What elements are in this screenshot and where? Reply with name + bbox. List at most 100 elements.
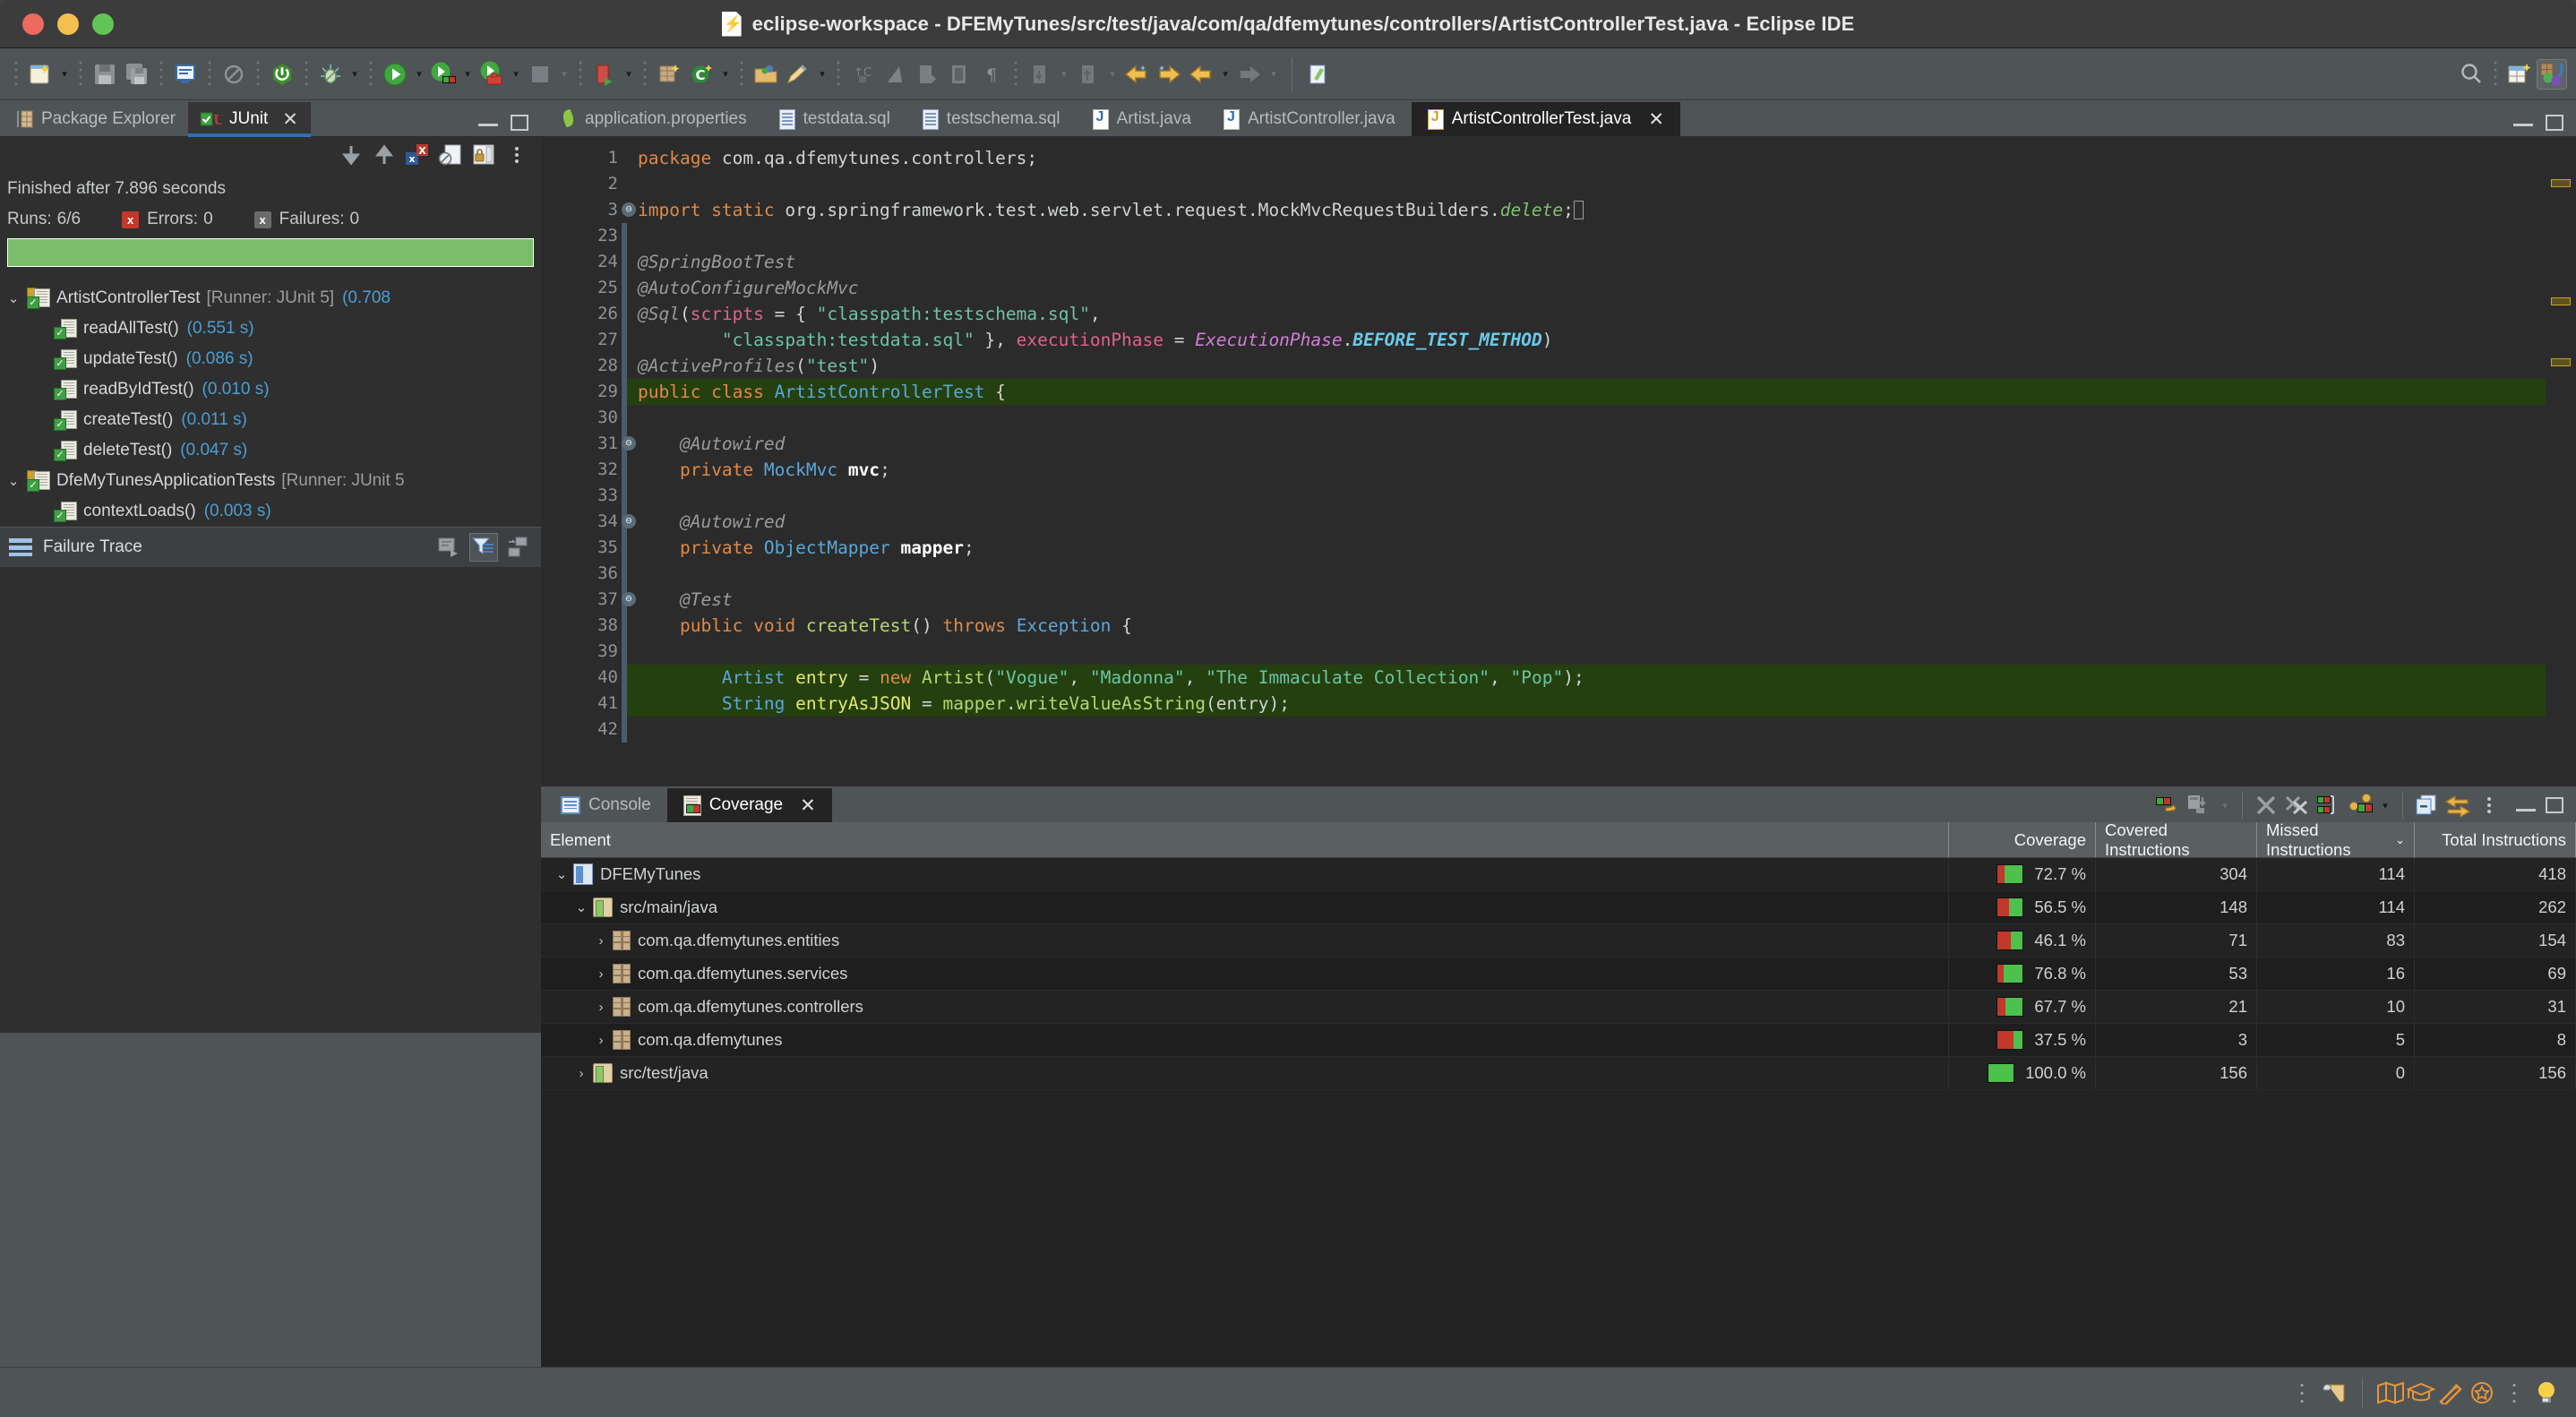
overview-marker[interactable] [2551, 297, 2571, 305]
chevron-right-icon[interactable]: › [589, 966, 613, 982]
maximize-window-button[interactable] [92, 13, 114, 35]
new-annotation-dropdown[interactable]: ▾ [718, 68, 733, 80]
failure-trace-body[interactable] [0, 567, 541, 1033]
code-line[interactable]: @Test [627, 587, 2546, 613]
previous-edit-icon[interactable] [1186, 59, 1216, 90]
code-line[interactable]: import static org.springframework.test.w… [627, 197, 2546, 223]
pencil-icon[interactable] [783, 59, 813, 90]
editor-tab[interactable]: Artist.java [1077, 102, 1207, 136]
java-project-icon[interactable] [525, 59, 555, 90]
code-line[interactable] [627, 171, 2546, 197]
run-dropdown[interactable]: ▾ [412, 68, 426, 80]
new-wizard-dropdown[interactable]: ▾ [57, 68, 72, 80]
junit-tree-item[interactable]: ✓ contextLoads() (0.003 s) [0, 496, 541, 527]
editor-tab[interactable]: testschema.sql [906, 102, 1077, 136]
save-button[interactable] [90, 59, 120, 90]
map-icon[interactable] [2375, 1378, 2406, 1408]
table-row[interactable]: › com.qa.dfemytunes 37.5 % 3 5 8 [541, 1024, 2576, 1057]
chevron-right-icon[interactable]: › [589, 1000, 613, 1015]
collapse-all-icon[interactable] [2315, 792, 2342, 819]
arrow-down-icon[interactable] [338, 142, 365, 168]
new-annotation-icon[interactable]: C [686, 59, 717, 90]
next-annotation-icon[interactable] [1025, 59, 1055, 90]
junit-tree-item[interactable]: ✓ readAllTest() (0.551 s) [0, 313, 541, 344]
editor-tab[interactable]: ArtistController.java [1207, 102, 1412, 136]
code-line[interactable]: @Autowired [627, 509, 2546, 535]
tab-coverage[interactable]: Coverage ✕ [666, 788, 832, 822]
coverage-table-body[interactable]: ⌄ DFEMyTunes 72.7 % 304 114 418 ⌄ src/main/java… [541, 858, 2576, 1367]
editor-tab[interactable]: ArtistControllerTest.java ✕ [1411, 102, 1680, 136]
table-row[interactable]: ⌄ src/main/java 56.5 % 148 114 262 [541, 891, 2576, 924]
java-project-dropdown[interactable]: ▾ [557, 68, 571, 80]
code-line[interactable] [627, 717, 2546, 743]
skip-breakpoints-icon[interactable] [219, 59, 249, 90]
close-icon[interactable]: ✕ [1648, 108, 1664, 131]
open-perspective-icon[interactable] [2504, 59, 2535, 90]
view-menu-icon[interactable] [503, 533, 532, 562]
tab-console[interactable]: Console [545, 788, 667, 822]
minimize-window-button[interactable] [57, 13, 79, 35]
magic-wand-icon[interactable] [2436, 1378, 2467, 1408]
run-external-dropdown[interactable]: ▾ [509, 68, 523, 80]
close-window-button[interactable] [22, 13, 44, 35]
tab-package-explorer[interactable]: Package Explorer [4, 102, 188, 136]
minimize-icon[interactable] [2513, 124, 2533, 126]
view-menu-icon[interactable] [503, 142, 530, 168]
close-icon[interactable]: ✕ [800, 794, 816, 817]
code-line[interactable]: public class ArtistControllerTest { [627, 379, 2546, 405]
column-header[interactable]: Total Instructions [2415, 822, 2576, 857]
new-class-dropdown[interactable]: ▾ [622, 68, 636, 80]
remove-icon[interactable] [2253, 792, 2280, 819]
column-header[interactable]: Coverage [1949, 822, 2096, 857]
source-code[interactable]: package com.qa.dfemytunes.controllers; im… [627, 136, 2546, 786]
prev-annotation-dropdown[interactable]: ▾ [1105, 68, 1120, 80]
chevron-right-icon[interactable]: › [589, 933, 613, 949]
fold-toggle-icon[interactable]: ⊖ [622, 514, 636, 528]
chevron-down-icon[interactable]: ⌄ [0, 290, 27, 306]
code-line[interactable]: public void createTest() throws Exceptio… [627, 613, 2546, 639]
debug-dropdown[interactable]: ▾ [348, 68, 362, 80]
graduation-cap-icon[interactable] [2406, 1378, 2436, 1408]
link-selection-icon[interactable] [2413, 792, 2440, 819]
code-line[interactable]: @Autowired [627, 431, 2546, 457]
code-line[interactable]: package com.qa.dfemytunes.controllers; [627, 145, 2546, 171]
save-all-button[interactable] [122, 59, 152, 90]
console-icon[interactable] [170, 59, 201, 90]
maximize-icon[interactable] [2546, 115, 2563, 131]
next-annotation-dropdown[interactable]: ▾ [1057, 68, 1071, 80]
search-icon[interactable] [2456, 59, 2486, 90]
next-edit-icon[interactable] [1234, 59, 1265, 90]
back-arrow-icon[interactable] [1121, 59, 1152, 90]
table-row[interactable]: › com.qa.dfemytunes.controllers 67.7 % 21 10… [541, 991, 2576, 1024]
relaunch-icon[interactable] [2444, 792, 2471, 819]
show-ignored-icon[interactable] [437, 142, 464, 168]
export-session-dropdown[interactable]: ▾ [2218, 800, 2232, 812]
mark-occurrences-icon[interactable]: ↑C [847, 59, 878, 90]
lock-icon[interactable] [470, 142, 497, 168]
maximize-icon[interactable] [511, 115, 528, 131]
arrow-up-icon[interactable] [371, 142, 398, 168]
code-line[interactable] [627, 639, 2546, 665]
minimize-icon[interactable] [478, 124, 498, 126]
close-icon[interactable]: ✕ [282, 108, 298, 131]
code-line[interactable]: private ObjectMapper mapper; [627, 535, 2546, 561]
previous-edit-dropdown[interactable]: ▾ [1218, 68, 1232, 80]
junit-tree-item[interactable]: ✓ readByIdTest() (0.010 s) [0, 374, 541, 405]
export-session-icon[interactable] [2186, 792, 2213, 819]
scroll-icon[interactable] [2319, 1378, 2349, 1408]
select-counters-dropdown[interactable]: ▾ [2378, 800, 2392, 812]
open-type-icon[interactable] [751, 59, 781, 90]
chevron-right-icon[interactable]: › [570, 1066, 593, 1081]
java-perspective-icon[interactable]: J [2537, 58, 2567, 90]
compare-icon[interactable] [435, 533, 464, 562]
code-line[interactable]: @SpringBootTest [627, 249, 2546, 275]
pencil-dropdown[interactable]: ▾ [815, 68, 829, 80]
fold-toggle-icon[interactable]: ⊖ [622, 592, 636, 606]
minimize-icon[interactable] [2516, 809, 2536, 812]
column-header[interactable]: Covered Instructions [2096, 820, 2257, 859]
code-line[interactable] [627, 483, 2546, 509]
overview-ruler[interactable] [2546, 136, 2576, 786]
fold-toggle-icon[interactable]: ⊖ [622, 202, 636, 217]
table-row[interactable]: › com.qa.dfemytunes.entities 46.1 % 71 83 154 [541, 924, 2576, 958]
code-line[interactable]: @AutoConfigureMockMvc [627, 275, 2546, 301]
